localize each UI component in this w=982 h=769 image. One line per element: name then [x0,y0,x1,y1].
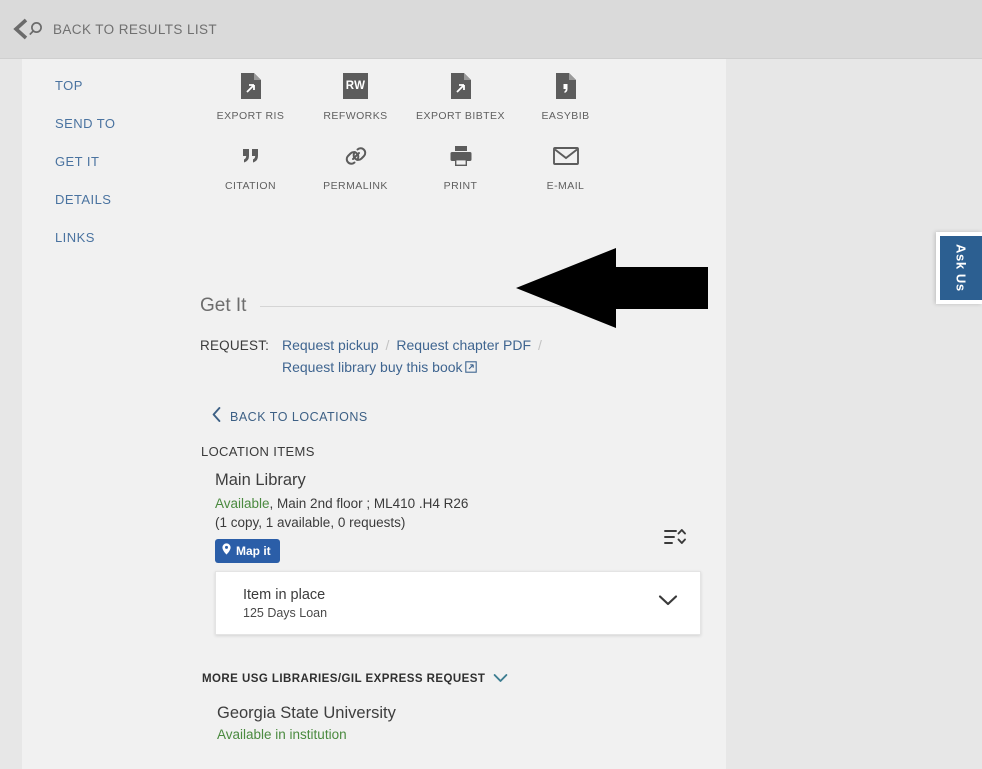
more-usg-libraries-label: MORE USG LIBRARIES/GIL EXPRESS REQUEST [202,673,486,685]
chevron-down-icon [493,670,508,688]
chevron-down-icon[interactable] [658,594,678,612]
ask-us-tab[interactable]: Ask Us [936,232,982,304]
action-label: EXPORT BIBTEX [416,110,505,122]
request-pickup-link[interactable]: Request pickup [282,337,379,353]
map-it-button[interactable]: Map it [215,539,280,563]
back-to-locations-link[interactable]: BACK TO LOCATIONS [212,407,368,427]
sidebar-item-get-it[interactable]: GET IT [55,149,175,174]
back-to-locations-label: BACK TO LOCATIONS [230,410,368,424]
action-email[interactable]: E-MAIL [513,141,618,192]
envelope-icon [552,141,580,171]
file-export-icon [239,71,263,101]
link-separator: / [385,337,390,353]
record-section-nav: TOP SEND TO GET IT DETAILS LINKS [55,73,175,263]
action-print[interactable]: PRINT [408,141,513,192]
item-card-title: Item in place [243,586,326,603]
top-bar: BACK TO RESULTS LIST [0,0,982,59]
availability-detail: , Main 2nd floor ; ML410 .H4 R26 [269,496,469,511]
action-export-ris[interactable]: EXPORT RIS [198,71,303,122]
request-links: Request pickup / Request chapter PDF / [282,337,549,353]
quote-icon [241,141,261,171]
chevron-left-search-icon [12,18,46,40]
sidebar-item-top[interactable]: TOP [55,73,175,98]
action-permalink[interactable]: PERMALINK [303,141,408,192]
sidebar-item-label: DETAILS [55,192,112,207]
link-separator: / [538,337,542,353]
action-label: EASYBIB [541,110,590,122]
more-usg-libraries-toggle[interactable]: MORE USG LIBRARIES/GIL EXPRESS REQUEST [202,670,508,688]
chevron-left-icon [212,407,221,427]
request-chapter-pdf-link[interactable]: Request chapter PDF [396,337,531,353]
location-items-heading: LOCATION ITEMS [201,444,315,459]
action-label: PRINT [443,180,478,192]
map-it-label: Map it [236,543,271,558]
sidebar-item-label: SEND TO [55,116,116,131]
location-record: Main Library Available, Main 2nd floor ;… [215,471,685,563]
request-library-buy-book-link[interactable]: Request library buy this book [282,359,477,375]
action-easybib[interactable]: EASYBIB [513,71,618,122]
location-availability: Available, Main 2nd floor ; ML410 .H4 R2… [215,494,685,513]
institution-record: Georgia State University Available in in… [217,704,396,742]
refworks-badge: RW [343,73,368,99]
file-export-icon [449,71,473,101]
location-copies: (1 copy, 1 available, 0 requests) [215,515,406,530]
section-divider [260,305,702,307]
get-it-section-header: Get It [200,295,702,317]
refworks-icon: RW [343,71,368,101]
request-label: REQUEST: [200,338,270,353]
action-label: EXPORT RIS [216,110,285,122]
action-citation[interactable]: CITATION [198,141,303,192]
right-background-pane [726,59,982,769]
request-row-secondary: Request library buy this book [200,359,700,377]
request-library-buy-book-label: Request library buy this book [282,359,463,375]
sidebar-item-send-to[interactable]: SEND TO [55,111,175,136]
item-card-subtitle: 125 Days Loan [243,605,328,620]
printer-icon [448,141,474,171]
request-block: REQUEST: Request pickup / Request chapte… [200,337,700,377]
action-label: CITATION [224,180,277,192]
back-to-results-link[interactable]: BACK TO RESULTS LIST [12,18,217,40]
item-card-text: Item in place 125 Days Loan [243,587,658,620]
link-icon [343,141,369,171]
availability-status: Available [215,496,270,511]
sidebar-item-links[interactable]: LINKS [55,225,175,250]
external-link-icon [464,360,477,376]
record-page: TOP SEND TO GET IT DETAILS LINKS EXPORT … [22,59,726,769]
map-pin-icon [222,543,231,558]
item-in-place-card[interactable]: Item in place 125 Days Loan [215,571,701,635]
request-row: REQUEST: Request pickup / Request chapte… [200,337,700,353]
action-label: E-MAIL [546,180,585,192]
sidebar-item-details[interactable]: DETAILS [55,187,175,212]
send-to-actions: EXPORT RIS RW REFWORKS EXPORT BIBTEX EAS… [198,71,658,192]
institution-name: Georgia State University [217,704,396,722]
sidebar-item-label: LINKS [55,230,95,245]
file-quote-icon [554,71,578,101]
sidebar-item-label: GET IT [55,154,100,169]
ask-us-label: Ask Us [953,244,969,292]
sort-icon[interactable] [663,526,687,553]
action-label: PERMALINK [323,180,388,192]
location-name: Main Library [215,471,306,489]
page-title: Get It [200,295,247,316]
action-label: REFWORKS [323,110,388,122]
action-refworks[interactable]: RW REFWORKS [303,71,408,122]
institution-status: Available in institution [217,727,347,742]
action-export-bibtex[interactable]: EXPORT BIBTEX [408,71,513,122]
back-to-results-label: BACK TO RESULTS LIST [53,21,218,37]
sidebar-item-label: TOP [55,78,83,93]
ask-us-tab-inner: Ask Us [940,236,982,300]
